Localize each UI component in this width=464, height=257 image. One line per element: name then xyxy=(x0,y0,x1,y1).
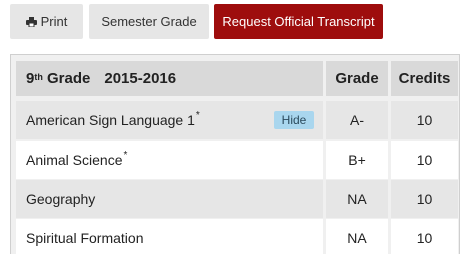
hide-button[interactable]: Hide xyxy=(274,111,314,129)
table-row: Spiritual Formation NA 10 xyxy=(11,219,460,257)
semester-grade-button[interactable]: Semester Grade xyxy=(89,4,209,39)
grade-cell: A- xyxy=(326,101,388,139)
table-row: Geography NA 10 xyxy=(11,180,460,218)
grade-column-header: Grade xyxy=(326,61,388,96)
credits-cell: 10 xyxy=(391,101,458,139)
credits-cell: 10 xyxy=(391,141,458,179)
print-button[interactable]: Print xyxy=(10,4,83,39)
course-name: Geography xyxy=(26,191,96,207)
printer-icon xyxy=(25,16,37,27)
course-name: Animal Science xyxy=(26,152,123,168)
course-marker: * xyxy=(123,149,128,161)
course-cell: Animal Science * xyxy=(16,141,323,179)
school-year: 2015-2016 xyxy=(104,70,177,87)
course-cell: Spiritual Formation xyxy=(16,219,323,257)
grade-cell: NA xyxy=(326,180,388,218)
grade-year-heading: 9th Grade 2015-2016 xyxy=(16,61,323,96)
grade-cell: NA xyxy=(326,219,388,257)
credits-cell: 10 xyxy=(391,219,458,257)
grade-table-panel: 9th Grade 2015-2016 Grade Credits Americ… xyxy=(10,54,460,257)
grade-level: 9 xyxy=(26,70,35,87)
grade-cell: B+ xyxy=(326,141,388,179)
grade-suffix: th xyxy=(34,71,43,82)
course-cell: American Sign Language 1 * Hide xyxy=(16,101,323,139)
grade-word: Grade xyxy=(47,70,91,87)
request-transcript-button[interactable]: Request Official Transcript xyxy=(214,4,383,39)
course-marker: * xyxy=(195,109,200,121)
course-cell: Geography xyxy=(16,180,323,218)
table-row: Animal Science * B+ 10 xyxy=(11,141,460,179)
credits-cell: 10 xyxy=(391,180,458,218)
table-row: American Sign Language 1 * Hide A- 10 xyxy=(11,101,460,139)
print-label: Print xyxy=(40,14,68,29)
course-name: American Sign Language 1 xyxy=(26,112,195,128)
table-header-row: 9th Grade 2015-2016 Grade Credits xyxy=(11,61,460,96)
course-name: Spiritual Formation xyxy=(26,230,144,246)
credits-column-header: Credits xyxy=(391,61,458,96)
